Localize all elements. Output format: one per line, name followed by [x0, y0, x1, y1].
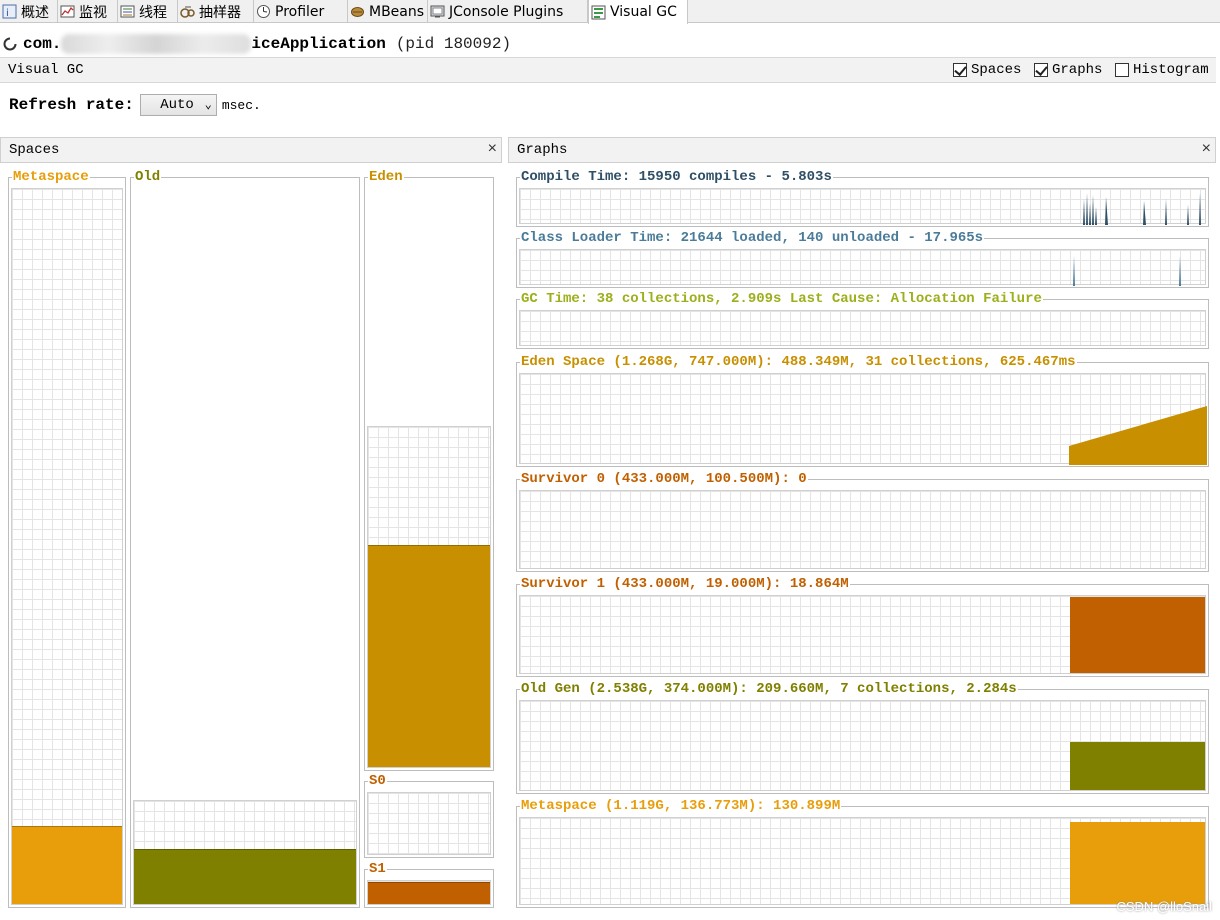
watermark: CSDN @lloSnail — [1116, 899, 1212, 914]
graph-survivor1-fill — [1070, 597, 1205, 673]
graph-classloader-label: Class Loader Time: 21644 loaded, 140 unl… — [520, 229, 985, 247]
spaces-panel-header: Spaces × — [0, 137, 502, 163]
space-old: Old — [130, 168, 360, 908]
sampler-icon — [180, 6, 195, 18]
visual-gc-header: Visual GC Spaces Graphs Histogram — [0, 57, 1216, 83]
space-s1-label: S1 — [368, 860, 387, 878]
threads-icon — [120, 5, 135, 18]
space-eden-label: Eden — [368, 168, 404, 186]
close-icon[interactable]: × — [488, 140, 497, 158]
graph-compile-plot — [519, 188, 1206, 225]
tab-threads[interactable]: 线程 — [118, 0, 178, 23]
graphs-panel-title: Graphs — [517, 142, 568, 158]
mbeans-icon — [351, 7, 364, 17]
space-metaspace: Metaspace — [8, 168, 126, 908]
tab-visual-gc[interactable]: Visual GC — [588, 0, 688, 24]
graph-metaspace-fill — [1070, 822, 1205, 904]
app-name-suffix: iceApplication — [251, 35, 386, 53]
histogram-check-icon[interactable] — [1115, 63, 1129, 77]
visualgc-icon — [591, 5, 606, 19]
app-pid: (pid 180092) — [395, 35, 512, 53]
space-metaspace-area — [11, 188, 123, 905]
tab-overview[interactable]: i 概述 — [0, 0, 58, 23]
graph-oldgen-fill — [1070, 742, 1205, 790]
space-eden-container — [367, 188, 491, 768]
space-s0-area — [367, 792, 491, 855]
space-s1-used — [368, 882, 490, 904]
graph-oldgen-plot — [519, 700, 1206, 791]
graph-survivor0-label: Survivor 0 (433.000M, 100.500M): 0 — [520, 470, 808, 488]
redacted-name — [61, 34, 252, 54]
graph-eden-area — [1069, 406, 1207, 465]
space-old-capacity — [133, 799, 357, 905]
tab-profiler[interactable]: Profiler — [254, 0, 348, 23]
graph-eden-fill — [1069, 406, 1207, 465]
graph-compile-spikes — [1083, 193, 1201, 225]
space-eden: Eden — [364, 168, 494, 771]
graphs-panel-header: Graphs × — [508, 137, 1216, 163]
graph-survivor1-label: Survivor 1 (433.000M, 19.000M): 18.864M — [520, 575, 850, 593]
tab-bar: i 概述 监视 线程 抽样器 Profiler MBeans JConsole … — [0, 0, 1220, 24]
visual-gc-title: Visual GC — [8, 62, 84, 78]
tab-mbeans[interactable]: MBeans — [348, 0, 428, 23]
tab-monitor[interactable]: 监视 — [58, 0, 118, 23]
space-old-label: Old — [134, 168, 162, 186]
loading-spinner-icon — [3, 37, 17, 51]
graph-gctime-label: GC Time: 38 collections, 2.909s Last Cau… — [520, 290, 1043, 308]
space-metaspace-label: Metaspace — [12, 168, 90, 186]
graph-class-loader-time: Class Loader Time: 21644 loaded, 140 unl… — [516, 229, 1209, 288]
graph-survivor0-plot — [519, 490, 1206, 569]
graph-survivor1-plot — [519, 595, 1206, 674]
application-title: com. iceApplication (pid 180092) — [0, 32, 511, 56]
graph-survivor-0: Survivor 0 (433.000M, 100.500M): 0 — [516, 470, 1209, 572]
refresh-rate-value: Auto — [160, 97, 194, 113]
spaces-panel-title: Spaces — [9, 142, 60, 158]
graph-gctime-plot — [519, 310, 1206, 346]
svg-text:i: i — [6, 8, 9, 19]
space-old-container — [133, 188, 357, 905]
profiler-icon — [257, 5, 270, 18]
graph-eden-label: Eden Space (1.268G, 747.000M): 488.349M,… — [520, 353, 1077, 371]
overview-icon: i — [2, 4, 17, 19]
jconsole-icon — [430, 5, 445, 18]
graph-metaspace: Metaspace (1.119G, 136.773M): 130.899M — [516, 797, 1209, 908]
chevron-down-icon[interactable]: ⌄ — [205, 97, 212, 112]
space-s1: S1 — [364, 860, 494, 908]
spaces-check-icon[interactable] — [953, 63, 967, 77]
histogram-checkbox[interactable]: Histogram — [1115, 62, 1209, 78]
refresh-rate-select[interactable]: Auto ⌄ — [139, 94, 217, 116]
graph-metaspace-label: Metaspace (1.119G, 136.773M): 130.899M — [520, 797, 842, 815]
graph-oldgen-label: Old Gen (2.538G, 374.000M): 209.660M, 7 … — [520, 680, 1018, 698]
graph-compile-time: Compile Time: 15950 compiles - 5.803s — [516, 168, 1209, 227]
refresh-rate-label: Refresh rate: — [9, 96, 134, 114]
graph-old-gen: Old Gen (2.538G, 374.000M): 209.660M, 7 … — [516, 680, 1209, 794]
monitor-icon — [60, 5, 75, 18]
refresh-rate-row: Refresh rate: Auto ⌄ msec. — [9, 94, 261, 116]
graph-metaspace-plot — [519, 817, 1206, 905]
graph-survivor-1: Survivor 1 (433.000M, 19.000M): 18.864M — [516, 575, 1209, 677]
spaces-checkbox[interactable]: Spaces — [953, 62, 1021, 78]
graphs-checkbox[interactable]: Graphs — [1034, 62, 1102, 78]
tab-jconsole-plugins[interactable]: JConsole Plugins — [428, 0, 588, 23]
space-s1-area — [367, 880, 491, 905]
space-s0: S0 — [364, 772, 494, 858]
space-metaspace-used — [12, 826, 122, 904]
close-icon[interactable]: × — [1202, 140, 1211, 158]
tab-sampler[interactable]: 抽样器 — [178, 0, 254, 23]
space-old-used — [134, 849, 356, 904]
refresh-rate-unit: msec. — [221, 97, 261, 113]
space-eden-used — [368, 545, 490, 767]
graph-gc-time: GC Time: 38 collections, 2.909s Last Cau… — [516, 290, 1209, 349]
app-name-prefix: com. — [23, 35, 62, 53]
graphs-check-icon[interactable] — [1034, 63, 1048, 77]
space-s0-label: S0 — [368, 772, 387, 790]
graph-classloader-plot — [519, 249, 1206, 286]
graph-compile-label: Compile Time: 15950 compiles - 5.803s — [520, 168, 833, 186]
graph-classloader-spikes — [1073, 256, 1181, 286]
graph-eden-space: Eden Space (1.268G, 747.000M): 488.349M,… — [516, 353, 1209, 467]
space-eden-capacity — [367, 426, 491, 768]
graph-eden-plot — [519, 373, 1207, 465]
